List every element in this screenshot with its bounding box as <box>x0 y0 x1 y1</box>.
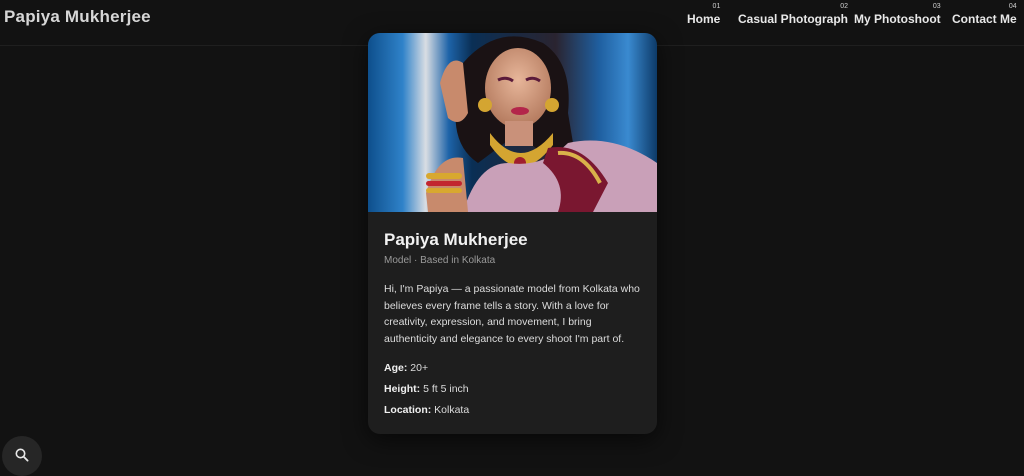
fact-value: 20+ <box>410 361 429 374</box>
fact-label: Height: <box>384 382 421 395</box>
fact-label: Location: <box>384 403 432 416</box>
nav-casual-photograph[interactable]: 02 Casual Photograph <box>738 3 849 26</box>
nav-number: 01 <box>712 3 721 10</box>
profile-bio: Hi, I'm Papiya — a passionate model from… <box>384 283 640 346</box>
nav-label: Home <box>687 12 721 26</box>
nav-number: 03 <box>932 3 941 10</box>
profile-name: Papiya Mukherjee <box>384 230 528 249</box>
nav-my-photoshoot[interactable]: 03 My Photoshoot <box>854 3 941 26</box>
search-button[interactable] <box>2 436 42 476</box>
fact-label: Age: <box>384 361 408 374</box>
profile-facts: Age: 20+ Height: 5 ft 5 inch Location: K… <box>384 358 644 421</box>
nav-label: Casual Photograph <box>738 12 849 26</box>
fact-location: Location: Kolkata <box>384 400 644 421</box>
profile-card: Papiya Mukherjee Model · Based in Kolkat… <box>368 33 657 434</box>
fact-age: Age: 20+ <box>384 358 644 379</box>
profile-meta: Model · Based in Kolkata <box>384 255 496 266</box>
fact-value: 5 ft 5 inch <box>423 382 469 395</box>
nav-contact-me[interactable]: 04 Contact Me <box>952 3 1017 26</box>
nav-home[interactable]: 01 Home <box>687 3 721 26</box>
fact-value: Kolkata <box>434 403 470 416</box>
nav-label: My Photoshoot <box>854 12 941 26</box>
search-icon <box>15 448 29 462</box>
fact-height: Height: 5 ft 5 inch <box>384 379 644 400</box>
profile-details: Papiya Mukherjee Model · Based in Kolkat… <box>384 230 644 421</box>
nav-number: 04 <box>1008 3 1017 10</box>
nav-number: 02 <box>840 3 849 10</box>
nav-label: Contact Me <box>952 12 1017 26</box>
brand-title[interactable]: Papiya Mukherjee <box>4 7 151 27</box>
profile-photo <box>368 33 657 212</box>
